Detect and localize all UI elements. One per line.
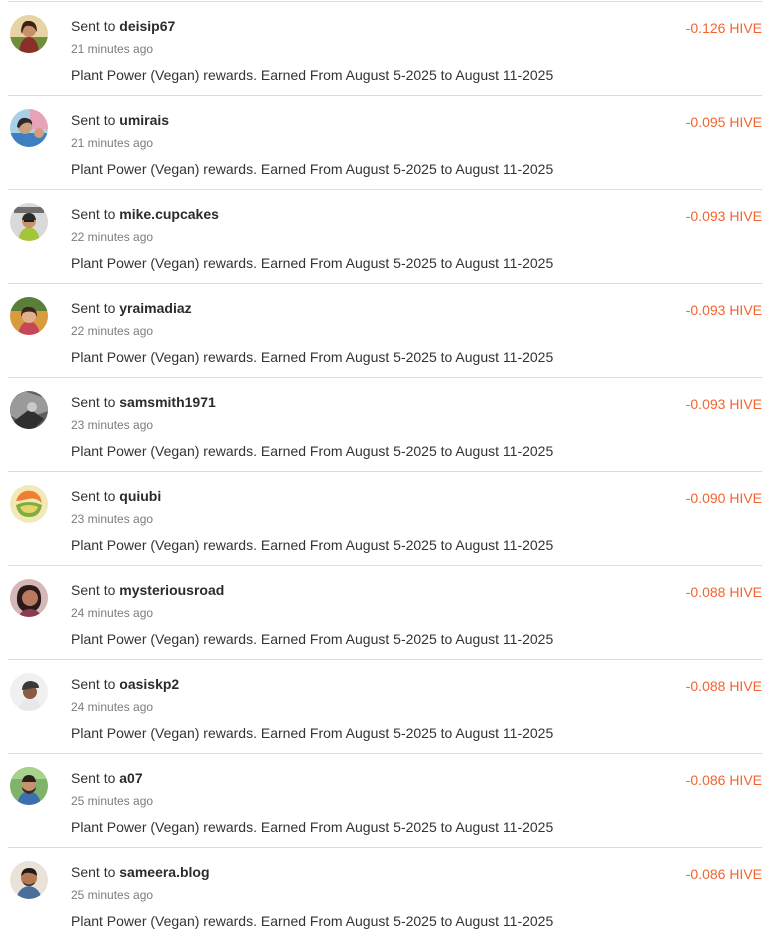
sent-to-label: Sent to — [71, 394, 116, 410]
transfer-memo: Plant Power (Vegan) rewards. Earned From… — [71, 913, 554, 929]
timestamp: 22 minutes ago — [71, 230, 154, 244]
transfer-amount: -0.126 HIVE — [685, 20, 762, 36]
recipient-username-link[interactable]: a07 — [119, 770, 142, 786]
recipient-username-link[interactable]: samsmith1971 — [119, 394, 216, 410]
sent-to-label: Sent to — [71, 300, 116, 316]
sent-to-label: Sent to — [71, 206, 116, 222]
transfer-amount: -0.088 HIVE — [685, 678, 762, 694]
transfer-row: Sent to a07 25 minutes ago Plant Power (… — [0, 754, 768, 848]
transfer-memo: Plant Power (Vegan) rewards. Earned From… — [71, 443, 554, 459]
user-avatar-icon[interactable] — [10, 297, 48, 335]
timestamp: 24 minutes ago — [71, 606, 154, 620]
transfer-row: Sent to oasiskp2 24 minutes ago Plant Po… — [0, 660, 768, 754]
transfer-row: Sent to umirais 21 minutes ago Plant Pow… — [0, 96, 768, 190]
user-avatar-icon[interactable] — [10, 767, 48, 805]
transfer-amount: -0.086 HIVE — [685, 866, 762, 882]
transfer-memo: Plant Power (Vegan) rewards. Earned From… — [71, 349, 554, 365]
user-avatar-icon[interactable] — [10, 485, 48, 523]
transfer-memo: Plant Power (Vegan) rewards. Earned From… — [71, 255, 554, 271]
sent-to-label: Sent to — [71, 112, 116, 128]
sent-to-label: Sent to — [71, 676, 116, 692]
sent-to-label: Sent to — [71, 488, 116, 504]
recipient-username-link[interactable]: sameera.blog — [119, 864, 209, 880]
recipient-username-link[interactable]: mysteriousroad — [119, 582, 224, 598]
transfer-amount: -0.095 HIVE — [685, 114, 762, 130]
transfer-memo: Plant Power (Vegan) rewards. Earned From… — [71, 631, 554, 647]
transfer-amount: -0.086 HIVE — [685, 772, 762, 788]
transfer-row: Sent to quiubi 23 minutes ago Plant Powe… — [0, 472, 768, 566]
timestamp: 25 minutes ago — [71, 794, 154, 808]
transfer-memo: Plant Power (Vegan) rewards. Earned From… — [71, 819, 554, 835]
timestamp: 22 minutes ago — [71, 324, 154, 338]
transfer-amount: -0.090 HIVE — [685, 490, 762, 506]
recipient-username-link[interactable]: yraimadiaz — [119, 300, 191, 316]
timestamp: 25 minutes ago — [71, 888, 154, 902]
transfer-row: Sent to sameera.blog 25 minutes ago Plan… — [0, 848, 768, 942]
sent-to-label: Sent to — [71, 864, 116, 880]
recipient-username-link[interactable]: oasiskp2 — [119, 676, 179, 692]
transfer-memo: Plant Power (Vegan) rewards. Earned From… — [71, 537, 554, 553]
sent-to-label: Sent to — [71, 18, 116, 34]
recipient-username-link[interactable]: mike.cupcakes — [119, 206, 219, 222]
recipient-username-link[interactable]: quiubi — [119, 488, 161, 504]
sent-to-label: Sent to — [71, 582, 116, 598]
transfer-row: Sent to samsmith1971 23 minutes ago Plan… — [0, 378, 768, 472]
timestamp: 23 minutes ago — [71, 512, 154, 526]
transfer-memo: Plant Power (Vegan) rewards. Earned From… — [71, 725, 554, 741]
transfer-amount: -0.093 HIVE — [685, 208, 762, 224]
transfer-memo: Plant Power (Vegan) rewards. Earned From… — [71, 161, 554, 177]
user-avatar-icon[interactable] — [10, 861, 48, 899]
user-avatar-icon[interactable] — [10, 203, 48, 241]
transfer-amount: -0.088 HIVE — [685, 584, 762, 600]
recipient-username-link[interactable]: umirais — [119, 112, 169, 128]
transfer-row: Sent to yraimadiaz 22 minutes ago Plant … — [0, 284, 768, 378]
sent-to-label: Sent to — [71, 770, 116, 786]
transfer-row: Sent to mysteriousroad 24 minutes ago Pl… — [0, 566, 768, 660]
transfer-row: Sent to deisip67 21 minutes ago Plant Po… — [0, 2, 768, 96]
timestamp: 23 minutes ago — [71, 418, 154, 432]
user-avatar-icon[interactable] — [10, 579, 48, 617]
timestamp: 21 minutes ago — [71, 136, 154, 150]
transfer-row: Sent to mike.cupcakes 22 minutes ago Pla… — [0, 190, 768, 284]
user-avatar-icon[interactable] — [10, 673, 48, 711]
transfer-amount: -0.093 HIVE — [685, 302, 762, 318]
recipient-username-link[interactable]: deisip67 — [119, 18, 175, 34]
user-avatar-icon[interactable] — [10, 109, 48, 147]
timestamp: 21 minutes ago — [71, 42, 154, 56]
transfer-history-list: Sent to deisip67 21 minutes ago Plant Po… — [0, 0, 768, 932]
user-avatar-icon[interactable] — [10, 391, 48, 429]
user-avatar-icon[interactable] — [10, 15, 48, 53]
transfer-amount: -0.093 HIVE — [685, 396, 762, 412]
transfer-memo: Plant Power (Vegan) rewards. Earned From… — [71, 67, 554, 83]
timestamp: 24 minutes ago — [71, 700, 154, 714]
